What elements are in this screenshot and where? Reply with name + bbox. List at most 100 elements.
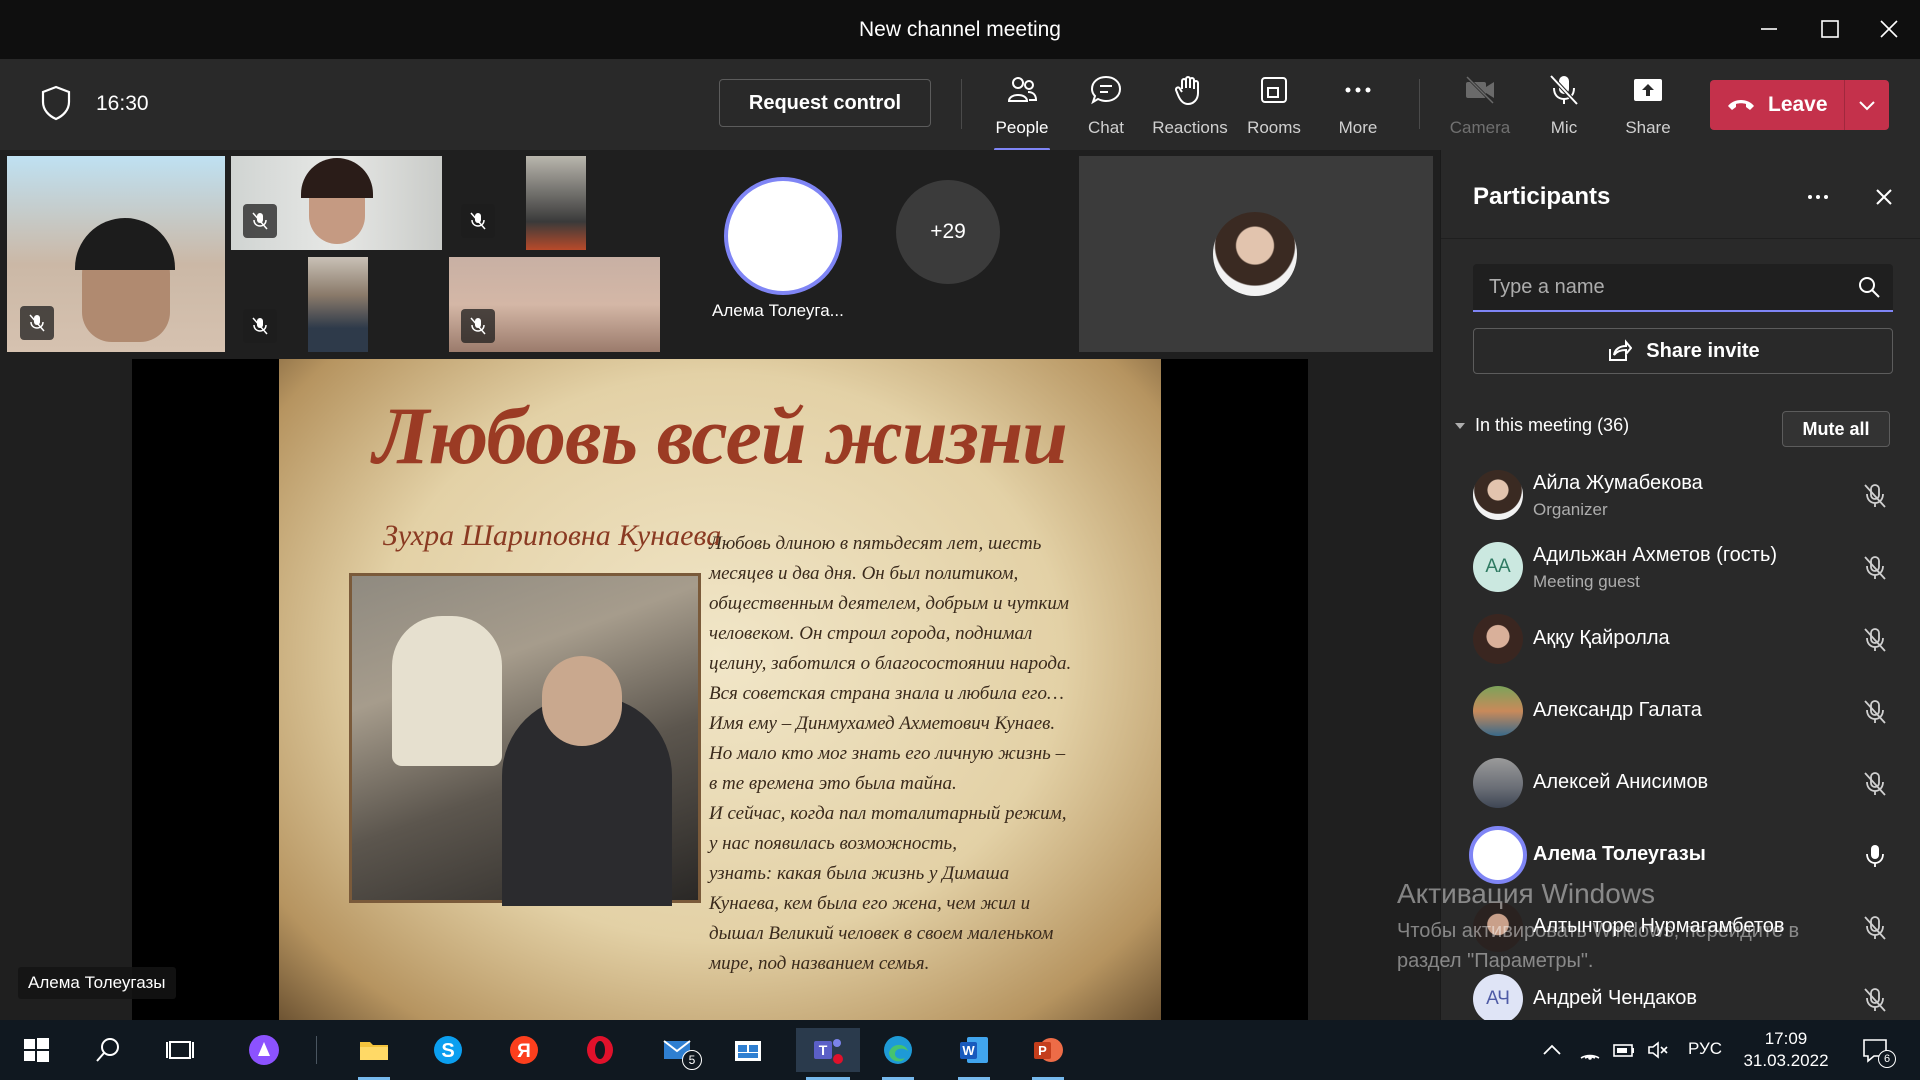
video-tile[interactable]: [7, 156, 225, 352]
panel-title: Participants: [1473, 183, 1611, 210]
more-label: More: [1338, 118, 1378, 137]
leave-button[interactable]: Leave: [1710, 80, 1844, 130]
camera-button[interactable]: Camera: [1440, 69, 1520, 147]
mic-off-icon: [20, 306, 54, 340]
participant-name: Алексей Анисимов: [1533, 771, 1709, 793]
opera-button[interactable]: [574, 1028, 626, 1072]
avatar: [1473, 758, 1523, 808]
word-icon: W: [960, 1037, 988, 1063]
organizer-tile[interactable]: [1079, 156, 1433, 352]
watermark-title: Активация Windows: [1397, 878, 1656, 909]
chevron-down-icon: [1859, 101, 1875, 111]
mic-off-icon[interactable]: [1861, 914, 1889, 942]
slide-line: Но мало кто мог знать его личную жизнь –: [709, 743, 1066, 764]
mic-off-icon[interactable]: [1861, 626, 1889, 654]
minimize-icon[interactable]: [1752, 12, 1786, 46]
search-button[interactable]: [82, 1028, 134, 1072]
camera-label: Camera: [1449, 118, 1511, 137]
powerpoint-button[interactable]: P: [1022, 1028, 1074, 1080]
participant-row[interactable]: Аққу Қайролла: [1441, 604, 1920, 676]
mic-on-icon[interactable]: [1861, 842, 1889, 870]
edge-button[interactable]: [872, 1028, 924, 1080]
system-clock[interactable]: 17:09 31.03.2022: [1726, 1028, 1846, 1072]
volume-muted-icon[interactable]: [1646, 1038, 1670, 1062]
slide-line: человеком. Он строил города, поднимал: [709, 623, 1033, 644]
overflow-participants-button[interactable]: +29: [896, 180, 1000, 284]
wifi-icon[interactable]: [1578, 1038, 1602, 1062]
edge-icon: [884, 1036, 912, 1064]
rooms-button[interactable]: Rooms: [1234, 69, 1314, 147]
participant-row[interactable]: Алексей Анисимов: [1441, 748, 1920, 820]
meeting-timer: 16:30: [96, 92, 149, 115]
search-icon[interactable]: [1857, 275, 1881, 299]
participant-name: Александр Галата: [1533, 699, 1702, 721]
video-tile[interactable]: [231, 156, 442, 250]
mic-off-icon[interactable]: [1861, 986, 1889, 1014]
store-button[interactable]: [722, 1028, 774, 1072]
video-tile[interactable]: [231, 257, 442, 352]
avatar: [1473, 686, 1523, 736]
leave-options-button[interactable]: [1844, 80, 1889, 130]
video-tile[interactable]: [449, 257, 660, 352]
participant-role: Organizer: [1533, 500, 1608, 519]
participant-row[interactable]: Айла Жумабекова Organizer: [1441, 460, 1920, 532]
task-view-button[interactable]: [154, 1028, 206, 1072]
chevron-up-icon[interactable]: [1540, 1038, 1564, 1062]
close-icon[interactable]: [1869, 182, 1899, 212]
maximize-icon[interactable]: [1813, 12, 1847, 46]
mail-button[interactable]: 5: [652, 1028, 704, 1072]
word-button[interactable]: W: [948, 1028, 1000, 1080]
alice-assistant-button[interactable]: [238, 1028, 290, 1072]
video-tile[interactable]: [449, 156, 660, 250]
input-language[interactable]: РУС: [1688, 1039, 1722, 1059]
teams-button[interactable]: T: [796, 1028, 860, 1080]
photo-figure: [392, 616, 502, 766]
window-title: New channel meeting: [859, 18, 1061, 41]
share-invite-button[interactable]: Share invite: [1473, 328, 1893, 374]
slide-line: Кунаева, кем была его жена, чем жил и: [709, 893, 1031, 914]
slide-line: Любовь длиною в пятьдесят лет, шесть: [709, 533, 1042, 554]
mic-off-icon[interactable]: [1861, 482, 1889, 510]
more-options-icon[interactable]: [1803, 182, 1833, 212]
in-meeting-section-toggle[interactable]: In this meeting (36): [1453, 415, 1629, 436]
participant-role: Meeting guest: [1533, 572, 1640, 591]
request-control-button[interactable]: Request control: [719, 79, 931, 127]
file-explorer-button[interactable]: [348, 1028, 400, 1080]
mic-off-icon: [461, 309, 495, 343]
mic-off-icon[interactable]: [1861, 770, 1889, 798]
slide-body: Любовь длиною в пятьдесят лет, шесть мес…: [709, 529, 1129, 979]
more-button[interactable]: More: [1318, 69, 1398, 147]
mute-all-button[interactable]: Mute all: [1782, 411, 1890, 447]
clock-time: 17:09: [1764, 1029, 1808, 1048]
yandex-browser-button[interactable]: Я: [498, 1028, 550, 1072]
shield-icon: [40, 85, 72, 121]
mic-off-icon[interactable]: [1861, 554, 1889, 582]
slide-line: общественным деятелем, добрым и чутким: [709, 593, 1070, 614]
start-button[interactable]: [10, 1028, 62, 1072]
slide-line: И сейчас, когда пал тоталитарный режим,: [709, 803, 1067, 824]
notification-center-button[interactable]: 6: [1856, 1030, 1896, 1070]
close-icon[interactable]: [1872, 12, 1906, 46]
chat-icon: [1090, 75, 1122, 105]
share-button[interactable]: Share: [1608, 69, 1688, 147]
skype-button[interactable]: S: [422, 1028, 474, 1072]
chat-button[interactable]: Chat: [1066, 69, 1146, 147]
battery-icon[interactable]: [1612, 1038, 1636, 1062]
share-icon: [1634, 79, 1662, 101]
people-button[interactable]: People: [982, 69, 1062, 151]
chevron-down-icon: [1455, 422, 1465, 429]
mic-off-icon[interactable]: [1861, 698, 1889, 726]
reactions-button[interactable]: Reactions: [1150, 69, 1230, 147]
share-invite-label: Share invite: [1646, 339, 1760, 362]
avatar: [1473, 614, 1523, 664]
participant-row[interactable]: Александр Галата: [1441, 676, 1920, 748]
svg-text:W: W: [962, 1043, 975, 1058]
search-input[interactable]: [1489, 264, 1849, 310]
avatar: АА: [1473, 542, 1523, 592]
participant-row[interactable]: АА Адильжан Ахметов (гость) Meeting gues…: [1441, 532, 1920, 604]
mic-off-icon: [243, 204, 277, 238]
mic-button[interactable]: Mic: [1524, 69, 1604, 147]
clock-date: 31.03.2022: [1743, 1051, 1829, 1070]
featured-avatar[interactable]: [724, 177, 842, 295]
video-feed: [308, 257, 368, 352]
